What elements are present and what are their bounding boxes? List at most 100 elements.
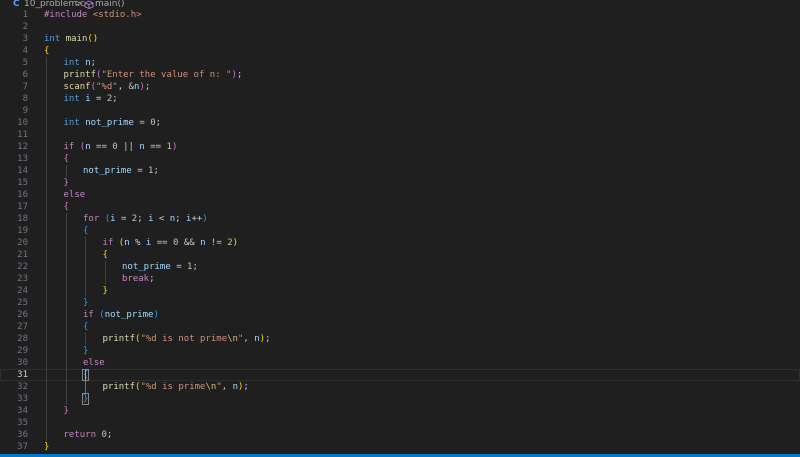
indent-guide [65, 357, 67, 369]
token-pun: ; [137, 214, 149, 224]
token-esc: \n [205, 382, 217, 392]
code-line[interactable]: 10 int not_prime = 0; [0, 117, 800, 129]
indent-guide [46, 297, 47, 309]
code-lines[interactable]: 1 #include <stdio.h> 2 3 int main() 4{5 int n;… [0, 9, 800, 453]
indent-guide [46, 225, 47, 237]
code-line[interactable]: 28 printf("%d is not prime\n", n); [0, 333, 800, 345]
code-text: { [103, 249, 108, 261]
code-line[interactable]: 21 { [0, 249, 800, 261]
token-op: < [153, 214, 170, 224]
code-line[interactable]: 32 printf("%d is prime\n", n); [0, 381, 800, 393]
code-text: if (not_prime) [83, 309, 159, 321]
indent-guide [46, 237, 47, 249]
code-line[interactable]: 30 else [0, 357, 800, 369]
code-line[interactable]: 8 int i = 2; [0, 93, 800, 105]
code-line[interactable]: 14 not_prime = 1; [0, 165, 800, 177]
code-line[interactable]: 25} [0, 297, 800, 309]
code-line[interactable]: 36 return 0; [0, 429, 800, 441]
token-kw: int [63, 58, 80, 68]
code-line[interactable]: 17 { [0, 201, 800, 213]
token-op: == [151, 238, 173, 248]
code-line[interactable]: 15} [0, 177, 800, 189]
code-line[interactable]: 7 scanf("%d", &n); [0, 81, 800, 93]
code-line[interactable]: 27 { [0, 321, 800, 333]
code-line[interactable]: 2 [0, 21, 800, 33]
token-b2: } [63, 406, 69, 416]
code-line[interactable]: 4{ [0, 45, 800, 57]
code-text: int i = 2; [64, 93, 118, 105]
code-text: { [83, 321, 88, 333]
code-line[interactable]: 9 [0, 105, 800, 117]
token-op: = [131, 166, 149, 176]
token-b2: ) [171, 142, 178, 152]
code-line[interactable]: 33} [0, 393, 800, 405]
token-ctl: else [63, 190, 86, 200]
indent-guide [46, 165, 47, 177]
line-number: 3 [22, 34, 28, 44]
code-line[interactable]: 22 not_prime = 1; [0, 261, 800, 273]
indent-guide [65, 285, 67, 297]
code-line[interactable]: 16 else [0, 189, 800, 201]
code-text: { [64, 153, 69, 165]
token-pun: , [221, 382, 233, 392]
token-str: "Enter the value of n: " [101, 70, 232, 80]
line-number: 12 [17, 142, 28, 152]
token-fn: printf [63, 70, 97, 80]
token-pun: ; [155, 118, 162, 128]
code-line[interactable]: 24} [0, 285, 800, 297]
indent-guide [104, 261, 106, 273]
code-line[interactable]: 6 printf("Enter the value of n: "); [0, 69, 800, 81]
token-str: "%d is not prime [140, 334, 228, 344]
token-pun: ; [112, 94, 118, 104]
c-language-icon: C [13, 0, 20, 9]
code-text: printf("%d is not prime\n", n); [103, 333, 271, 345]
token-op: != [205, 238, 228, 248]
code-line[interactable]: 37} [0, 441, 800, 453]
code-text: } [83, 297, 88, 309]
method-cube-icon [84, 0, 94, 9]
code-line[interactable]: 12 if (n == 0 || n == 1) [0, 141, 800, 153]
code-line[interactable]: 1 #include <stdio.h> [0, 9, 800, 21]
code-line[interactable]: 19 { [0, 225, 800, 237]
code-line[interactable]: 29} [0, 345, 800, 357]
code-line[interactable]: 13 { [0, 153, 800, 165]
token-b2: } [63, 178, 69, 188]
code-line[interactable]: 34} [0, 405, 800, 417]
code-line[interactable]: 23 break; [0, 273, 800, 285]
code-line[interactable]: 3 int main() [0, 33, 800, 45]
line-number: 4 [22, 46, 28, 56]
token-ctl: for [83, 214, 100, 224]
code-line[interactable]: 11 [0, 129, 800, 141]
code-line[interactable]: 26 if (not_prime) [0, 309, 800, 321]
breadcrumb-symbol[interactable]: main() [95, 0, 125, 9]
line-number: 25 [17, 298, 28, 308]
code-text: } [83, 345, 88, 357]
code-line[interactable]: 20 if (n % i == 0 && n != 2) [0, 237, 800, 249]
code-text: #include <stdio.h> [44, 9, 142, 21]
code-line[interactable]: 31{ [0, 369, 800, 381]
code-editor[interactable]: C 10_problem.c > main() 1 #include <stdio… [0, 0, 800, 457]
line-number: 17 [17, 202, 28, 212]
breadcrumb-separator: > [75, 0, 83, 9]
code-text: printf("%d is prime\n", n); [103, 381, 249, 393]
indent-guide [85, 237, 86, 249]
indent-guide [46, 189, 47, 201]
token-fn: scanf [63, 82, 91, 92]
code-line[interactable]: 18 for (i = 2; i < n; i++) [0, 213, 800, 225]
indent-guide [65, 237, 67, 249]
line-number: 2 [22, 22, 28, 32]
indent-guide [65, 249, 67, 261]
token-op: == [90, 142, 113, 152]
token-ctl: if [63, 142, 75, 152]
indent-guide [65, 393, 67, 405]
token-ctl: break [122, 274, 150, 284]
line-number: 37 [17, 442, 28, 452]
indent-guide [46, 69, 47, 81]
token-b3: ) [202, 214, 208, 224]
code-text: for (i = 2; i < n; i++) [83, 213, 208, 225]
indent-guide [46, 153, 47, 165]
code-text: else [83, 357, 105, 369]
code-line[interactable]: 35 [0, 417, 800, 429]
indent-guide [65, 165, 67, 177]
code-line[interactable]: 5 int n; [0, 57, 800, 69]
